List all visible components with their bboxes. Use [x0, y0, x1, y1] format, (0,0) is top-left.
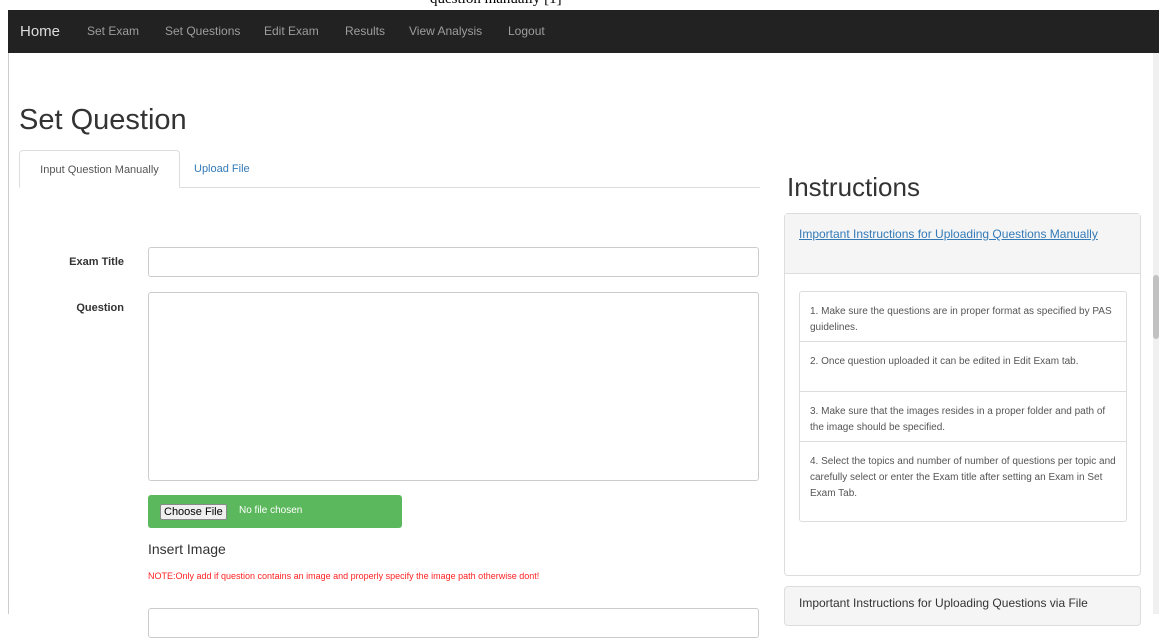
tab-upload-file[interactable]: Upload File	[194, 150, 250, 188]
list-item: 3. Make sure that the images resides in …	[800, 392, 1126, 442]
nav-results-link[interactable]: Results	[345, 10, 385, 53]
image-file-input[interactable]: Choose File No file chosen	[148, 495, 402, 528]
manual-instructions-toggle-link[interactable]: Important Instructions for Uploading Que…	[799, 225, 1119, 244]
image-path-input[interactable]	[148, 608, 759, 638]
exam-title-label: Exam Title	[69, 256, 124, 268]
scrollbar-thumb[interactable]	[1153, 275, 1159, 339]
manual-instructions-list: 1. Make sure the questions are in proper…	[799, 291, 1127, 522]
top-navbar: Home Set Exam Set Questions Edit Exam Re…	[8, 10, 1159, 53]
nav-edit-exam-link[interactable]: Edit Exam	[264, 10, 319, 53]
manual-instructions-panel-heading: Important Instructions for Uploading Que…	[785, 214, 1140, 274]
file-instructions-toggle-link[interactable]: Important Instructions for Uploading Que…	[799, 596, 1088, 610]
tab-input-question-manually[interactable]: Input Question Manually	[19, 150, 180, 188]
question-label: Question	[76, 302, 124, 314]
image-note-text: NOTE:Only add if question contains an im…	[148, 571, 540, 581]
caption-strip: question manually [1]	[0, 0, 1159, 10]
figure-caption: question manually [1]	[430, 0, 562, 8]
nav-view-analysis-link[interactable]: View Analysis	[409, 10, 482, 53]
insert-image-label: Insert Image	[148, 541, 226, 557]
list-item: 1. Make sure the questions are in proper…	[800, 292, 1126, 342]
manual-instructions-panel: Important Instructions for Uploading Que…	[784, 213, 1141, 576]
page-scrollbar[interactable]	[1153, 53, 1159, 614]
nav-home-link[interactable]: Home	[20, 10, 60, 53]
choose-file-button[interactable]: Choose File	[160, 504, 227, 520]
no-file-chosen-text: No file chosen	[239, 505, 303, 516]
question-textarea[interactable]	[148, 292, 759, 481]
instructions-heading: Instructions	[787, 172, 920, 202]
nav-set-exam-link[interactable]: Set Exam	[87, 10, 139, 53]
exam-title-input[interactable]	[148, 247, 759, 277]
file-instructions-panel: Important Instructions for Uploading Que…	[784, 586, 1141, 626]
list-item: 4. Select the topics and number of numbe…	[810, 456, 1116, 499]
nav-logout-link[interactable]: Logout	[508, 10, 545, 53]
page-title: Set Question	[19, 104, 187, 136]
nav-set-questions-link[interactable]: Set Questions	[165, 10, 240, 53]
list-item: 2. Once question uploaded it can be edit…	[800, 342, 1126, 392]
